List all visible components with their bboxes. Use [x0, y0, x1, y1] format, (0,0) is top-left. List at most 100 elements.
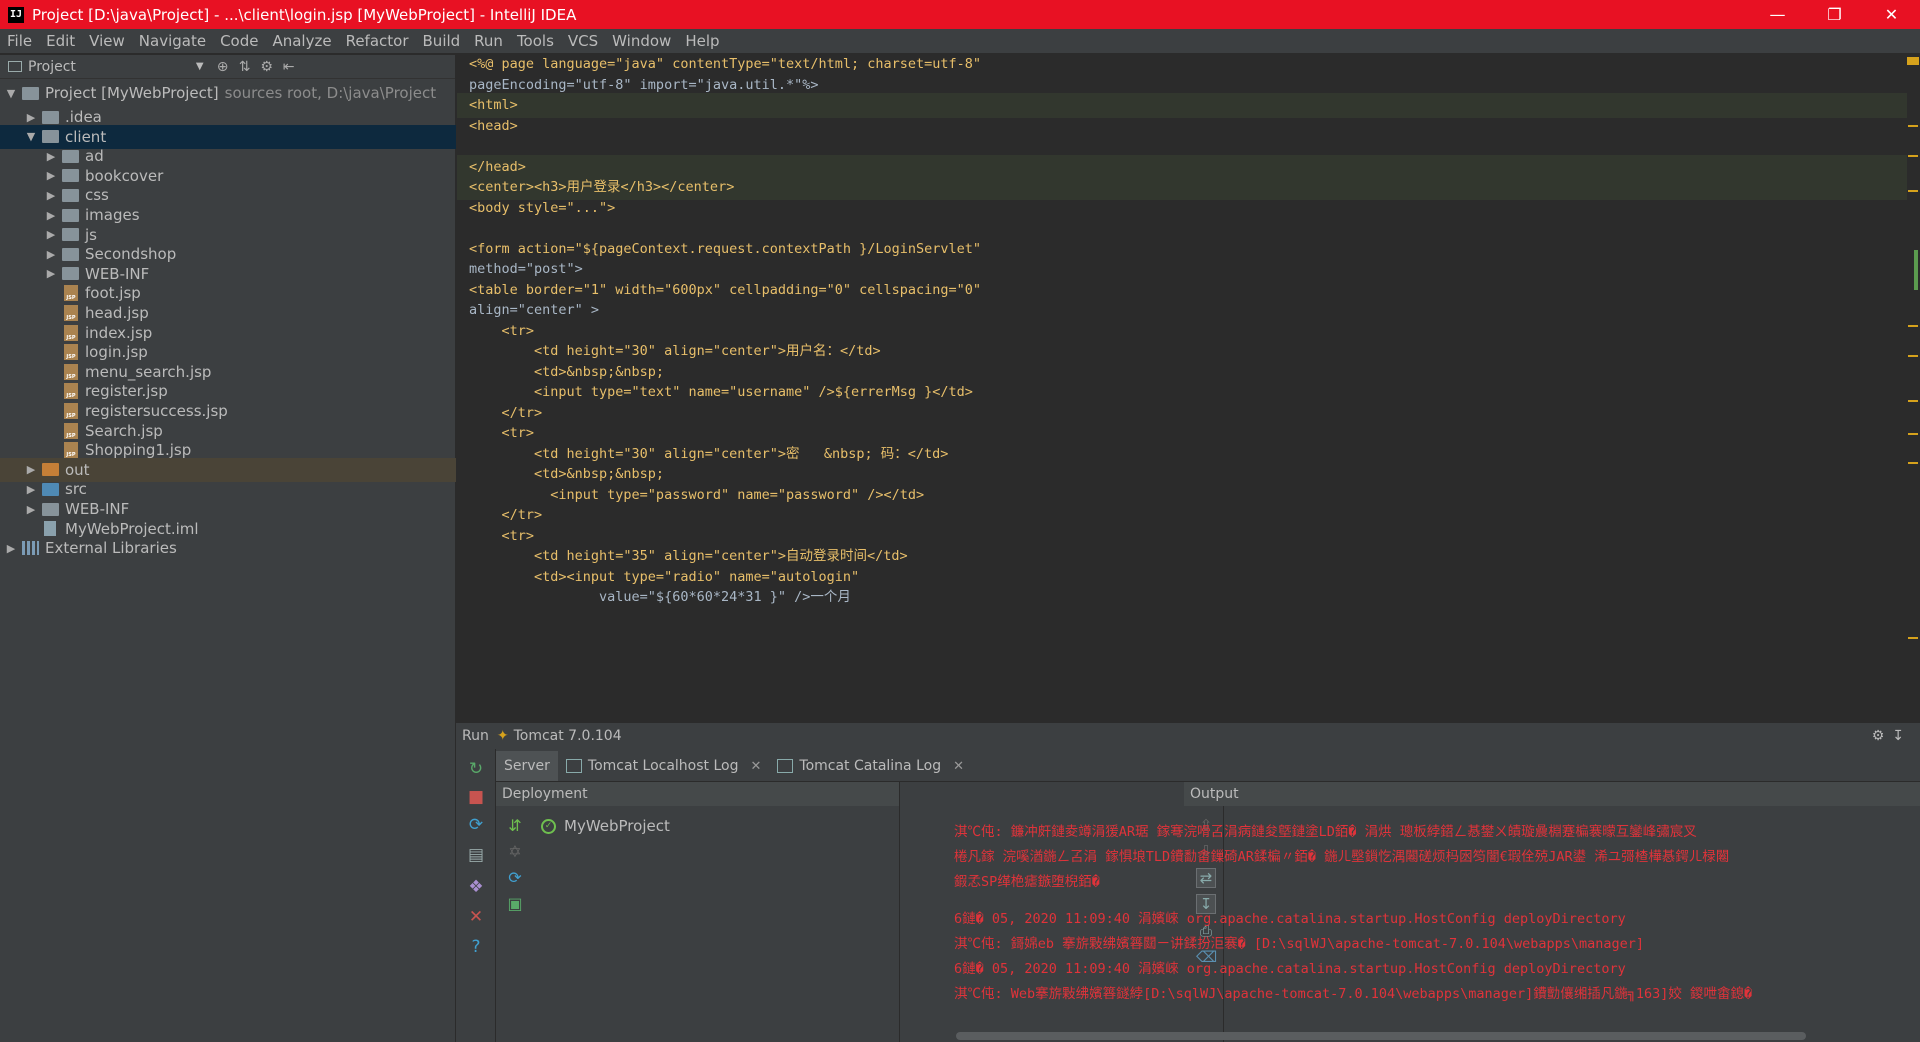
- tree-item-label: client: [65, 127, 107, 146]
- chevron-right-icon[interactable]: ▶: [44, 150, 58, 163]
- restore-icon[interactable]: ❐: [1806, 0, 1863, 29]
- tree-item-label: Shopping1.jsp: [85, 441, 192, 460]
- marker: [1908, 400, 1918, 402]
- close-tab-icon[interactable]: ✕: [750, 759, 761, 774]
- tree-item[interactable]: ▶ External Libraries: [0, 536, 456, 560]
- menu-file[interactable]: File: [0, 32, 39, 50]
- chevron-right-icon[interactable]: ▶: [24, 111, 38, 124]
- hide-panel-icon[interactable]: ⇤: [278, 59, 300, 75]
- code-line-text: </tr>: [469, 507, 543, 523]
- code-line-text: value="${60*60*24*31 }" />一个月: [469, 589, 851, 605]
- tree-item-label: images: [85, 206, 140, 224]
- chevron-right-icon[interactable]: ▶: [44, 267, 58, 280]
- pin-icon[interactable]: ❖: [466, 877, 486, 897]
- undeploy-icon[interactable]: ✡: [506, 842, 524, 861]
- folder-icon: [62, 208, 79, 222]
- menu-analyze[interactable]: Analyze: [265, 32, 338, 50]
- folder-icon: [42, 463, 59, 477]
- chevron-right-icon[interactable]: ▶: [44, 209, 58, 222]
- code-editor[interactable]: <%@ page language="java" contentType="te…: [457, 55, 1920, 722]
- jsp-file-icon: JSP: [64, 383, 78, 400]
- chevron-right-icon[interactable]: ▶: [44, 248, 58, 261]
- menu-code[interactable]: Code: [213, 32, 265, 50]
- menu-vcs[interactable]: VCS: [561, 32, 605, 50]
- stop-icon[interactable]: ■: [466, 787, 486, 807]
- collapse-all-icon[interactable]: ⇅: [234, 59, 256, 75]
- update-icon[interactable]: ⟳: [466, 815, 486, 835]
- tab-label: Tomcat Catalina Log: [799, 758, 942, 774]
- horizontal-scrollbar[interactable]: [956, 1032, 1806, 1040]
- menu-tools[interactable]: Tools: [510, 32, 561, 50]
- menu-window[interactable]: Window: [605, 32, 678, 50]
- menu-navigate[interactable]: Navigate: [132, 32, 213, 50]
- project-folder-icon: [22, 86, 39, 100]
- tree-item-label: menu_search.jsp: [85, 362, 212, 381]
- close-icon[interactable]: ✕: [1863, 0, 1920, 29]
- run-config-name: Tomcat 7.0.104: [513, 728, 622, 744]
- chevron-down-icon[interactable]: ▼: [4, 87, 18, 100]
- artifact-name: MyWebProject: [564, 817, 670, 835]
- marker: [1908, 433, 1918, 435]
- tab-server[interactable]: Server: [496, 751, 558, 781]
- tree-item-label: Secondshop: [85, 245, 177, 264]
- tab-tomcat-localhost-log[interactable]: Tomcat Localhost Log ✕: [558, 751, 769, 781]
- menu-build[interactable]: Build: [416, 32, 468, 50]
- menu-edit[interactable]: Edit: [39, 32, 82, 50]
- chevron-right-icon[interactable]: ▶: [4, 542, 18, 555]
- menu-refactor[interactable]: Refactor: [339, 32, 416, 50]
- redeploy-icon[interactable]: ⟳: [506, 868, 524, 887]
- code-line-text: method="post">: [469, 261, 583, 277]
- menu-help[interactable]: Help: [678, 32, 726, 50]
- locate-icon[interactable]: ⊕: [212, 59, 234, 75]
- close-icon[interactable]: ✕: [466, 907, 486, 927]
- output-line: 6鏈� 05, 2020 11:09:40 涓嬪崍 org.apache.cat…: [954, 961, 1626, 977]
- project-tree: ▼ Project [MyWebProject] sources root, D…: [0, 79, 456, 639]
- folder-icon: [62, 267, 79, 281]
- tab-tomcat-catalina-log[interactable]: Tomcat Catalina Log ✕: [769, 751, 972, 781]
- chevron-right-icon[interactable]: ▶: [44, 189, 58, 202]
- code-line-text: <head>: [469, 117, 518, 134]
- jsp-file-icon: JSP: [64, 442, 78, 459]
- jsp-file-icon: JSP: [64, 403, 78, 419]
- tree-item-label: src: [65, 480, 87, 499]
- code-line-text: <center><h3>用户登录</h3></center>: [469, 179, 735, 195]
- tree-item-label: Search.jsp: [85, 421, 163, 440]
- chevron-down-icon[interactable]: ▼: [24, 130, 38, 143]
- chevron-right-icon[interactable]: ▶: [24, 463, 38, 476]
- tab-label: Server: [504, 758, 550, 774]
- chevron-down-icon[interactable]: ▼: [196, 61, 204, 72]
- deploy-icon[interactable]: ▣: [506, 894, 524, 913]
- chevron-right-icon[interactable]: ▶: [44, 169, 58, 182]
- output-line: 淇℃伅: Web搴旂敤绋嬪簭鐩綍[D:\sqlWJ\apache-tomcat-…: [954, 986, 1753, 1002]
- code-line-text: <td height="30" align="center">用户名：</td>: [469, 343, 881, 359]
- deployment-pane: Deployment ⇵ ✡ ⟳ ▣ ✓ MyWebProject: [496, 782, 900, 1042]
- minimize-icon[interactable]: —: [1749, 0, 1806, 29]
- menu-run[interactable]: Run: [467, 32, 510, 50]
- chevron-right-icon[interactable]: ▶: [44, 228, 58, 241]
- chevron-right-icon[interactable]: ▶: [24, 483, 38, 496]
- code-line[interactable]: value="${60*60*24*31 }" />一个月: [457, 585, 1907, 610]
- project-view-selector[interactable]: Project: [28, 59, 76, 75]
- layout-icon[interactable]: ▤: [466, 845, 486, 865]
- deploy-all-icon[interactable]: ⇵: [506, 816, 524, 835]
- tree-root-project[interactable]: ▼ Project [MyWebProject] sources root, D…: [0, 81, 456, 105]
- tree-item-label: index.jsp: [85, 323, 153, 342]
- deployment-artifact[interactable]: ✓ MyWebProject: [541, 817, 670, 835]
- folder-icon: [62, 188, 79, 202]
- close-tab-icon[interactable]: ✕: [953, 759, 964, 774]
- output-header: Output: [1184, 782, 1920, 806]
- chevron-right-icon[interactable]: ▶: [24, 503, 38, 516]
- run-label: Run: [462, 728, 489, 744]
- gear-icon[interactable]: ⚙: [256, 59, 278, 75]
- code-line-text: <tr>: [469, 322, 535, 339]
- code-line-text: align="center" >: [469, 302, 600, 318]
- help-icon[interactable]: ?: [466, 937, 486, 957]
- hide-icon[interactable]: ↧: [1892, 728, 1904, 744]
- gear-icon[interactable]: ⚙: [1872, 728, 1885, 744]
- tab-label: Tomcat Localhost Log: [587, 758, 739, 774]
- rerun-icon[interactable]: ↻: [466, 759, 486, 779]
- run-toolwindow-header: Run ✦ Tomcat 7.0.104 ⚙ ↧: [456, 722, 1920, 749]
- marker: [1908, 462, 1918, 464]
- menu-view[interactable]: View: [82, 32, 132, 50]
- folder-icon: [42, 130, 59, 144]
